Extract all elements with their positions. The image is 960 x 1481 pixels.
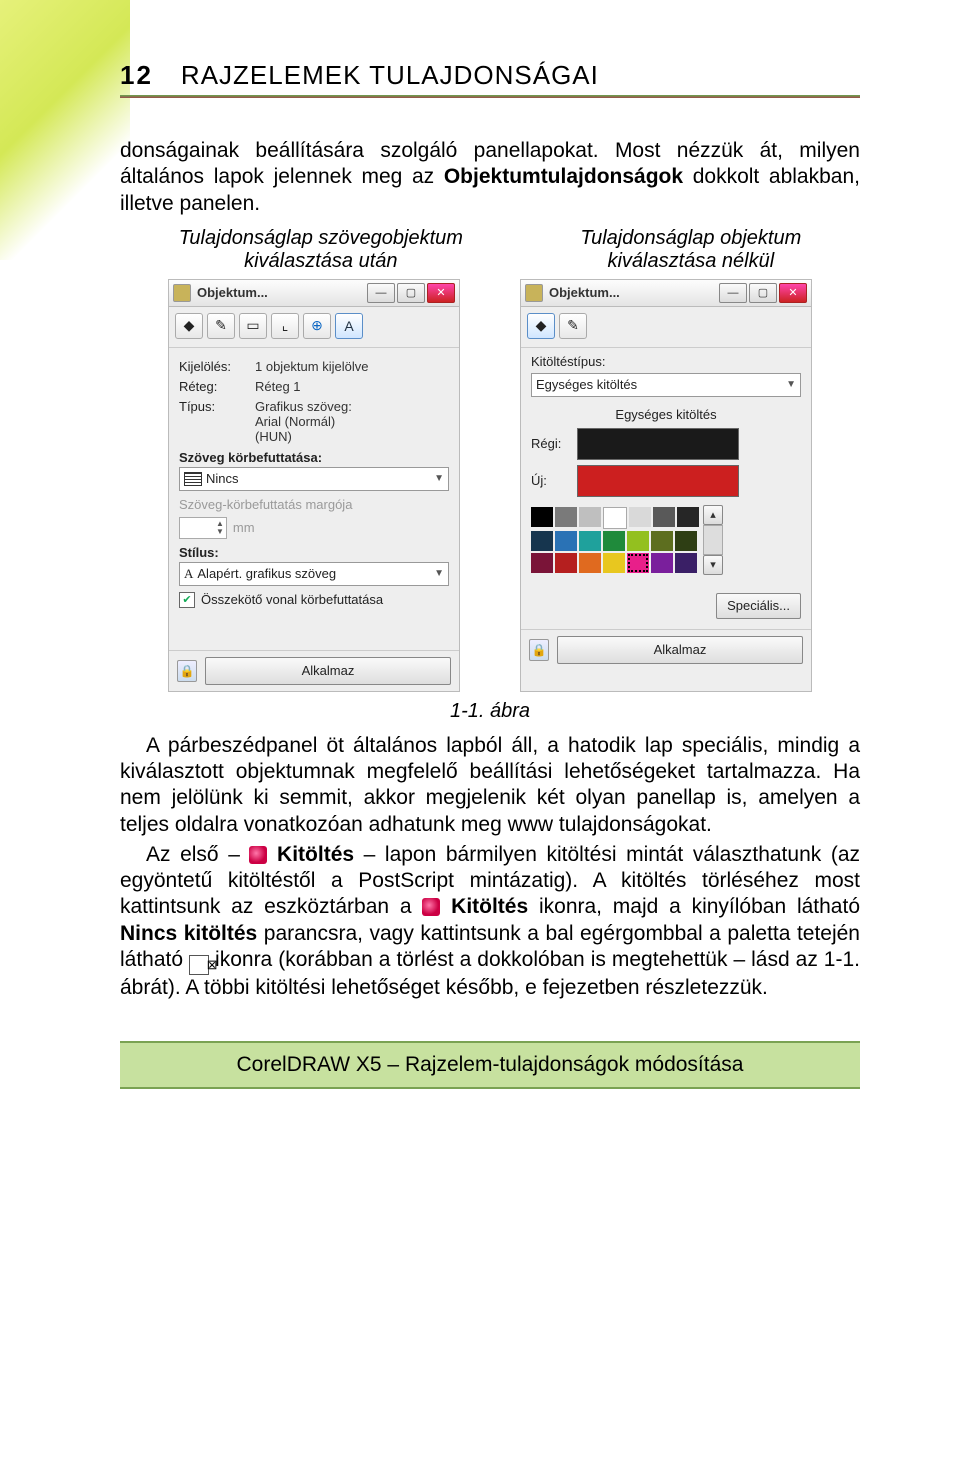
label-layer: Réteg: <box>179 379 249 394</box>
label-old-color: Régi: <box>531 436 571 451</box>
intro-paragraph: donságainak beállítására szolgáló panell… <box>120 138 860 217</box>
swatch[interactable] <box>675 531 697 551</box>
paragraph-2: A párbeszédpanel öt általános lapból áll… <box>120 733 860 838</box>
label-wrap-margin: Szöveg-körbefuttatás margója <box>179 497 449 512</box>
check-icon: ✔ <box>179 592 195 608</box>
chevron-down-icon: ▼ <box>434 473 444 484</box>
swatch[interactable] <box>579 553 601 573</box>
combo-style[interactable]: AAlapért. grafikus szöveg ▼ <box>179 562 449 586</box>
swatch[interactable] <box>651 531 673 551</box>
tab-text-icon[interactable]: A <box>335 313 363 339</box>
caption-left: Tulajdonságlap szövegobjektum kiválasztá… <box>179 227 463 273</box>
page-number: 12 <box>120 60 153 91</box>
figure-caption: 1-1. ábra <box>120 700 860 723</box>
value-type: Grafikus szöveg: Arial (Normál) (HUN) <box>255 399 352 444</box>
chevron-down-icon: ▼ <box>786 379 796 390</box>
maximize-button[interactable]: ▢ <box>397 283 425 303</box>
lock-icon[interactable]: 🔒 <box>177 660 197 682</box>
swatch[interactable] <box>603 553 625 573</box>
label-filltype: Kitöltéstípus: <box>531 354 801 369</box>
caption-right: Tulajdonságlap objektum kiválasztása nél… <box>580 227 801 273</box>
swatch[interactable] <box>629 507 651 527</box>
fill-icon <box>249 846 267 864</box>
label-style: Stílus: <box>179 545 449 560</box>
combo-filltype[interactable]: Egységes kitöltés ▼ <box>531 373 801 397</box>
label-uniform-fill: Egységes kitöltés <box>531 407 801 422</box>
swatch[interactable] <box>627 531 649 551</box>
spinner-margin: ▲▼ <box>179 517 227 539</box>
swatch[interactable] <box>579 507 601 527</box>
tab-outline-icon[interactable]: ✎ <box>559 313 587 339</box>
tab-size-icon[interactable]: ▭ <box>239 313 267 339</box>
label-textwrap: Szöveg körbefuttatása: <box>179 450 449 465</box>
swatch[interactable] <box>531 531 553 551</box>
swatch-old-color <box>577 428 739 460</box>
tab-outline-icon[interactable]: ✎ <box>207 313 235 339</box>
swatch[interactable] <box>651 553 673 573</box>
swatch[interactable] <box>555 553 577 573</box>
swatch[interactable] <box>531 507 553 527</box>
page-footer: CorelDRAW X5 – Rajzelem-tulajdonságok mó… <box>120 1041 860 1089</box>
palette-scroll-down[interactable]: ▾ <box>703 555 723 575</box>
panel-captions: Tulajdonságlap szövegobjektum kiválasztá… <box>120 227 860 273</box>
value-layer: Réteg 1 <box>255 379 301 394</box>
style-a-icon: A <box>184 566 193 582</box>
apply-button[interactable]: Alkalmaz <box>205 657 451 685</box>
swatch[interactable] <box>555 507 577 527</box>
special-button[interactable]: Speciális... <box>716 593 801 619</box>
label-type: Típus: <box>179 399 249 414</box>
lock-icon[interactable]: 🔒 <box>529 639 549 661</box>
tab-callout-icon[interactable]: ⌞ <box>271 313 299 339</box>
docker-left: Objektum... — ▢ ✕ ◆ ✎ ▭ ⌞ ⊕ A Kijelölés:… <box>168 279 460 692</box>
minimize-button[interactable]: — <box>719 283 747 303</box>
tab-fill-icon[interactable]: ◆ <box>175 313 203 339</box>
close-button[interactable]: ✕ <box>427 283 455 303</box>
swatch[interactable] <box>555 531 577 551</box>
checkbox-connector-wrap[interactable]: ✔ Összekötő vonal körbefuttatása <box>179 592 449 608</box>
swatch-new-color[interactable] <box>577 465 739 497</box>
tab-strip: ◆ ✎ ▭ ⌞ ⊕ A <box>169 307 459 348</box>
label-new-color: Új: <box>531 473 571 488</box>
chapter-title: RAJZELEMEK TULAJDONSÁGAI <box>181 60 599 91</box>
apply-button[interactable]: Alkalmaz <box>557 636 803 664</box>
chevron-down-icon: ▼ <box>434 568 444 579</box>
minimize-button[interactable]: — <box>367 283 395 303</box>
swatch[interactable] <box>531 553 553 573</box>
swatch[interactable] <box>675 553 697 573</box>
value-selection: 1 objektum kijelölve <box>255 359 368 374</box>
palette-scroll-up[interactable]: ▴ <box>703 505 723 525</box>
docker-title: Objektum... <box>549 285 713 300</box>
maximize-button[interactable]: ▢ <box>749 283 777 303</box>
tab-web-icon[interactable]: ⊕ <box>303 313 331 339</box>
paragraph-3: Az első – Kitöltés – lapon bármilyen kit… <box>120 842 860 1001</box>
header-rule <box>120 95 860 98</box>
tab-fill-icon[interactable]: ◆ <box>527 313 555 339</box>
no-fill-icon: ⊠ <box>189 955 209 975</box>
color-palette <box>531 505 699 575</box>
docker-icon <box>525 284 543 302</box>
label-selection: Kijelölés: <box>179 359 249 374</box>
close-button[interactable]: ✕ <box>779 283 807 303</box>
swatch-selected[interactable] <box>627 553 649 573</box>
swatch[interactable] <box>653 507 675 527</box>
running-header: 12 RAJZELEMEK TULAJDONSÁGAI <box>120 60 860 91</box>
docker-titlebar[interactable]: Objektum... — ▢ ✕ <box>521 280 811 307</box>
docker-right: Objektum... — ▢ ✕ ◆ ✎ Kitöltéstípus: Egy… <box>520 279 812 692</box>
wrap-none-icon <box>184 472 202 486</box>
docker-icon <box>173 284 191 302</box>
swatch[interactable] <box>677 507 699 527</box>
palette-scrollbar[interactable] <box>703 525 723 555</box>
swatch[interactable] <box>603 507 627 529</box>
combo-textwrap[interactable]: Nincs ▼ <box>179 467 449 491</box>
swatch[interactable] <box>579 531 601 551</box>
swatch[interactable] <box>603 531 625 551</box>
fill-icon <box>422 898 440 916</box>
docker-title: Objektum... <box>197 285 361 300</box>
docker-titlebar[interactable]: Objektum... — ▢ ✕ <box>169 280 459 307</box>
tab-strip: ◆ ✎ <box>521 307 811 348</box>
